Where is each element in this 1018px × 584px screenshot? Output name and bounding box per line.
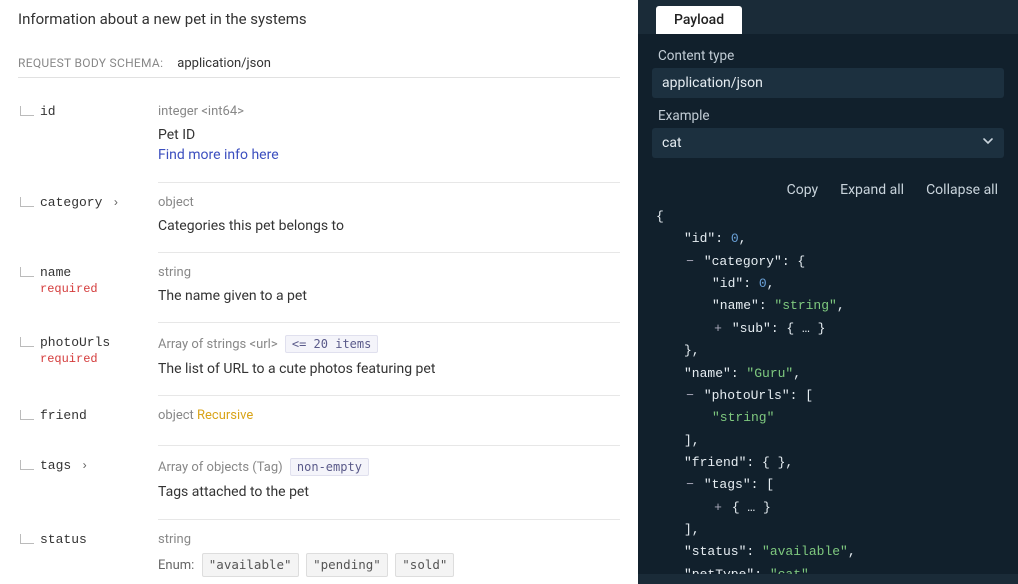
tree-connector	[18, 408, 40, 420]
field-type: integer	[158, 104, 198, 119]
chevron-right-icon[interactable]: ›	[112, 196, 119, 210]
section-title: Information about a new pet in the syste…	[18, 10, 620, 28]
field-desc: Tags attached to the pet	[158, 482, 620, 502]
expand-toggle[interactable]: +	[712, 318, 724, 340]
tab-payload[interactable]: Payload	[656, 6, 742, 34]
tree-connector	[18, 195, 40, 207]
schema-panel: Information about a new pet in the syste…	[0, 0, 638, 584]
field-desc: The list of URL to a cute photos featuri…	[158, 359, 620, 379]
constraint-badge: <= 20 items	[285, 335, 378, 353]
field-row-id: id integer <int64> Pet ID Find more info…	[18, 104, 620, 187]
field-type: object	[158, 195, 620, 210]
content-type-label: Content type	[652, 48, 1004, 64]
chevron-right-icon[interactable]: ›	[81, 459, 88, 473]
enum-value: "pending"	[306, 553, 388, 577]
field-name[interactable]: id	[40, 104, 158, 119]
required-badge: required	[40, 282, 158, 296]
json-actions: Copy Expand all Collapse all	[652, 168, 1004, 206]
collapse-toggle[interactable]: −	[684, 251, 696, 273]
field-row-name: namerequired string The name given to a …	[18, 265, 620, 327]
field-name[interactable]: friend	[40, 408, 158, 423]
constraint-badge: non-empty	[290, 458, 369, 476]
payload-body: Content type application/json Example ca…	[638, 34, 1018, 574]
tree-connector	[18, 265, 40, 277]
example-select[interactable]: cat	[652, 128, 1004, 158]
enum-value: "sold"	[395, 553, 454, 577]
content-type-value: application/json	[652, 68, 1004, 98]
field-format: <int64>	[201, 104, 244, 119]
field-row-friend: friend object Recursive	[18, 408, 620, 450]
required-badge: required	[40, 352, 158, 366]
tab-bar: Payload	[638, 0, 1018, 34]
enum-value: "available"	[202, 553, 299, 577]
copy-button[interactable]: Copy	[787, 182, 819, 198]
chevron-down-icon	[982, 135, 994, 151]
example-panel: Payload Content type application/json Ex…	[638, 0, 1018, 584]
field-desc: Pet ID	[158, 125, 620, 145]
example-selected: cat	[662, 135, 682, 151]
expand-toggle[interactable]: +	[712, 497, 724, 519]
field-row-category: category › object Categories this pet be…	[18, 195, 620, 257]
tree-connector	[18, 104, 40, 116]
field-row-status: status string Enum: "available" "pending…	[18, 532, 620, 584]
collapse-toggle[interactable]: −	[684, 385, 696, 407]
field-format: <url>	[250, 337, 278, 352]
schema-mime: application/json	[177, 56, 271, 71]
field-type: Array of strings	[158, 337, 246, 352]
field-name[interactable]: namerequired	[40, 265, 158, 296]
tree-connector	[18, 335, 40, 347]
enum-label: Enum:	[158, 558, 194, 573]
json-viewer[interactable]: { "id": 0, − "category": { "id": 0, "nam…	[652, 206, 1004, 574]
example-label: Example	[652, 108, 1004, 124]
field-row-tags: tags › Array of objects (Tag) non-empty …	[18, 458, 620, 523]
tree-connector	[18, 458, 40, 470]
tree-connector	[18, 532, 40, 544]
recursive-label: Recursive	[197, 408, 253, 423]
schema-label: REQUEST BODY SCHEMA:	[18, 56, 163, 70]
schema-header: REQUEST BODY SCHEMA: application/json	[18, 56, 620, 78]
field-name[interactable]: photoUrlsrequired	[40, 335, 158, 366]
field-link[interactable]: Find more info here	[158, 145, 620, 165]
collapse-toggle[interactable]: −	[684, 474, 696, 496]
expand-all-button[interactable]: Expand all	[840, 182, 904, 198]
field-type: Array of objects (Tag)	[158, 460, 283, 475]
field-name[interactable]: tags ›	[40, 458, 158, 473]
collapse-all-button[interactable]: Collapse all	[926, 182, 998, 198]
field-row-photourls: photoUrlsrequired Array of strings <url>…	[18, 335, 620, 400]
field-desc: Categories this pet belongs to	[158, 216, 620, 236]
field-name[interactable]: category ›	[40, 195, 158, 210]
field-name[interactable]: status	[40, 532, 158, 547]
field-type: string	[158, 532, 620, 547]
field-desc: The name given to a pet	[158, 286, 620, 306]
field-type: string	[158, 265, 620, 280]
field-type: object	[158, 408, 194, 423]
